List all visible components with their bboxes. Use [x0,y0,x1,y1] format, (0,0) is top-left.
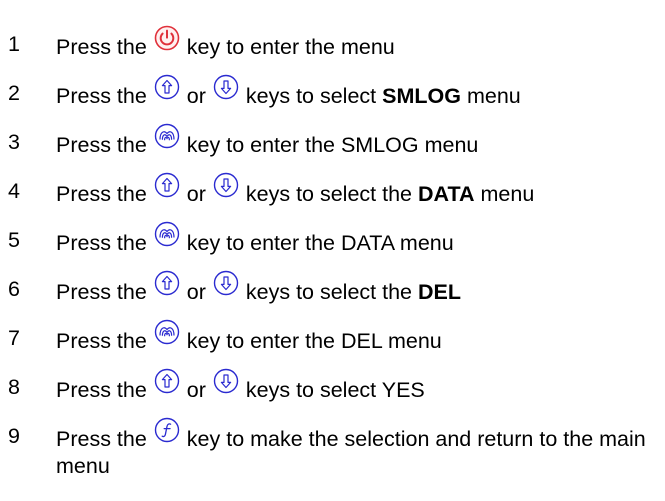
step-text-or: or [186,182,206,206]
step-text-or: or [186,280,206,304]
step-number: 8 [8,375,20,399]
step-text-end: menu [466,84,521,108]
step-text-lead: Press the [56,427,147,451]
step-text-lead: Press the [56,35,147,59]
up-arrow-key-icon [154,270,180,296]
step-text-tail: key to enter the DEL menu [186,329,442,353]
step-number: 3 [8,130,20,154]
down-arrow-key-icon [213,368,239,394]
step-text-lead: Press the [56,329,147,353]
step-number: 2 [8,81,20,105]
step-number: 7 [8,326,20,350]
step-text-or: or [186,378,206,402]
up-arrow-key-icon [154,74,180,100]
step-text-lead: Press the [56,231,147,255]
down-arrow-key-icon [213,74,239,100]
step-text-tail: keys to select YES [245,378,425,402]
menu-name: DEL [418,280,461,304]
step-number: 1 [8,32,20,56]
down-arrow-key-icon [213,172,239,198]
step-text-lead: Press the [56,280,147,304]
enter-key-icon [154,221,180,247]
step-text-end: menu [480,182,535,206]
step-number: 5 [8,228,20,252]
menu-name: DATA [418,182,475,206]
step-text-tail: keys to select the [245,182,413,206]
step-text-lead: Press the [56,378,147,402]
down-arrow-key-icon [213,270,239,296]
step-text-lead: Press the [56,84,147,108]
power-key-icon [154,25,180,51]
step-text-tail: key to enter the SMLOG menu [186,133,479,157]
up-arrow-key-icon [154,368,180,394]
step-text-tail: keys to select the [245,280,413,304]
enter-key-icon [154,123,180,149]
step-number: 6 [8,277,20,301]
step-text-tail: key to enter the menu [186,35,395,59]
menu-name: SMLOG [382,84,461,108]
step-text-lead: Press the [56,182,147,206]
step-text-lead: Press the [56,133,147,157]
function-key-icon [154,417,180,443]
step-number: 9 [8,424,20,448]
enter-key-icon [154,319,180,345]
step-text-tail: keys to select [245,84,377,108]
up-arrow-key-icon [154,172,180,198]
step-text-tail: key to enter the DATA menu [186,231,454,255]
step-text-or: or [186,84,206,108]
step-number: 4 [8,179,20,203]
